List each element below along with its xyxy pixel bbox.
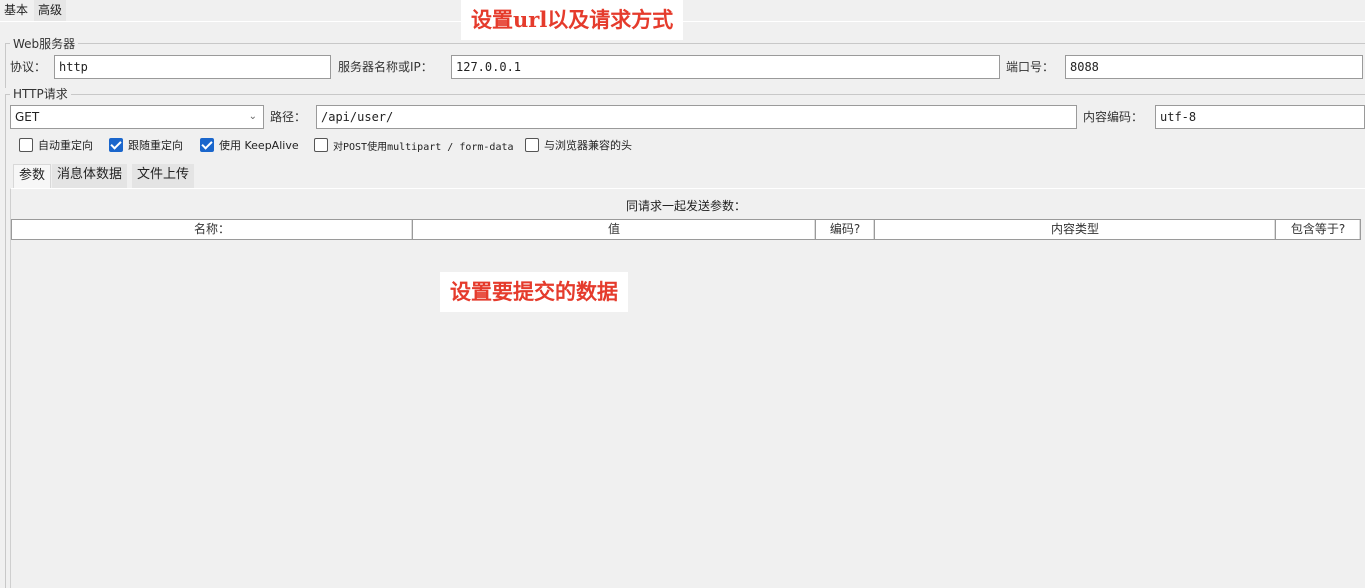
port-label: 端口号： — [1006, 60, 1055, 74]
annotation-data: 设置要提交的数据 — [440, 272, 628, 312]
checkbox-browser-headers[interactable] — [525, 138, 539, 152]
tab-basic[interactable]: 基本 — [0, 0, 33, 22]
http-request-legend: HTTP请求 — [10, 87, 71, 101]
option-label: 对POST使用multipart / form-data — [333, 141, 514, 153]
option-auto-redirect[interactable]: 自动重定向 — [19, 136, 93, 154]
tab-file-upload[interactable]: 文件上传 — [132, 164, 195, 188]
port-input[interactable]: 8088 — [1065, 55, 1363, 79]
tab-parameters[interactable]: 参数 — [13, 164, 52, 189]
protocol-input[interactable]: http — [54, 55, 331, 79]
option-follow-redirect[interactable]: 跟随重定向 — [109, 136, 183, 154]
path-label: 路径： — [270, 110, 307, 124]
column-header-content-type[interactable]: 内容类型 — [875, 220, 1276, 239]
option-label: 与浏览器兼容的头 — [544, 139, 632, 152]
option-label: 使用 KeepAlive — [219, 139, 299, 152]
parameters-panel — [10, 188, 1365, 588]
tab-body-data[interactable]: 消息体数据 — [52, 164, 128, 188]
method-value: GET — [15, 110, 40, 124]
option-browser-headers[interactable]: 与浏览器兼容的头 — [525, 136, 632, 154]
column-header-value[interactable]: 值 — [413, 220, 816, 239]
checkbox-follow-redirect[interactable] — [109, 138, 123, 152]
path-input[interactable]: /api/user/ — [316, 105, 1077, 129]
option-label: 自动重定向 — [38, 139, 93, 152]
checkbox-keepalive[interactable] — [200, 138, 214, 152]
params-table-header: 名称： 值 编码? 内容类型 包含等于? — [11, 219, 1361, 240]
option-label: 跟随重定向 — [128, 139, 183, 152]
checkbox-multipart[interactable] — [314, 138, 328, 152]
option-keepalive[interactable]: 使用 KeepAlive — [200, 136, 299, 154]
annotation-url: 设置url以及请求方式 — [461, 0, 684, 40]
tab-advanced[interactable]: 高级 — [34, 0, 67, 22]
protocol-label: 协议： — [10, 60, 47, 74]
server-label: 服务器名称或IP： — [338, 60, 433, 74]
encoding-label: 内容编码： — [1083, 110, 1144, 124]
column-header-encode[interactable]: 编码? — [816, 220, 875, 239]
option-multipart[interactable]: 对POST使用multipart / form-data — [314, 136, 514, 154]
checkbox-auto-redirect[interactable] — [19, 138, 33, 152]
encoding-input[interactable]: utf-8 — [1155, 105, 1365, 129]
web-server-legend: Web服务器 — [10, 37, 79, 51]
table-caption: 同请求一起发送参数： — [625, 199, 746, 213]
column-header-name[interactable]: 名称： — [12, 220, 413, 239]
method-select[interactable]: GET ⌄ — [10, 105, 264, 129]
column-header-include-equals[interactable]: 包含等于? — [1276, 220, 1360, 239]
server-input[interactable]: 127.0.0.1 — [451, 55, 1000, 79]
chevron-down-icon: ⌄ — [248, 111, 257, 122]
